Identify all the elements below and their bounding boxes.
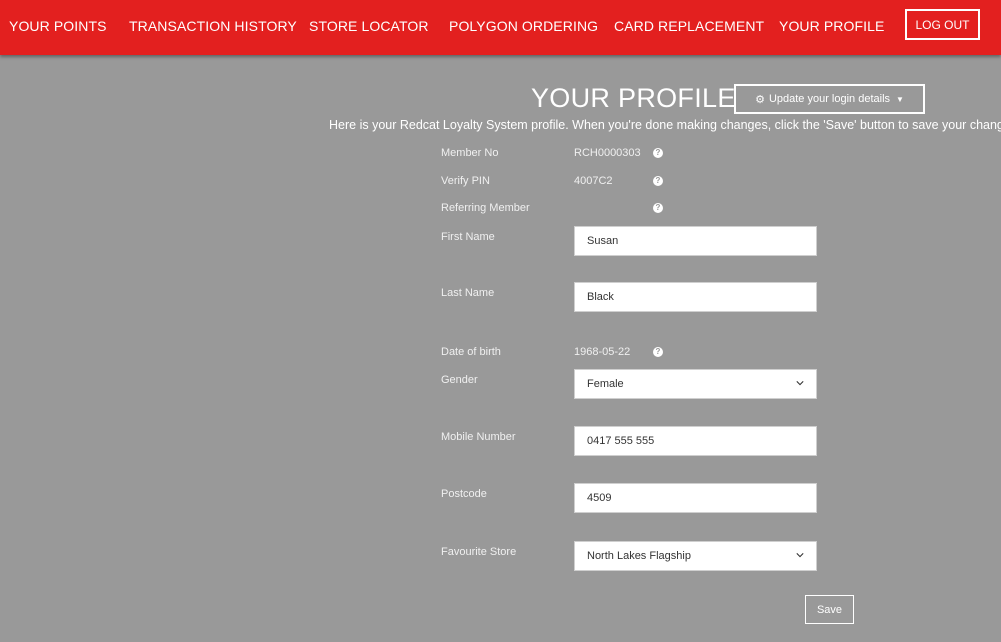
verify-pin-label: Verify PIN bbox=[441, 175, 490, 187]
intro-text: Here is your Redcat Loyalty System profi… bbox=[329, 118, 1001, 132]
postcode-field[interactable]: 4509 bbox=[574, 483, 817, 513]
mobile-field[interactable]: 0417 555 555 bbox=[574, 426, 817, 456]
nav-polygon-ordering[interactable]: POLYGON ORDERING bbox=[449, 18, 598, 34]
nav-card-replacement[interactable]: CARD REPLACEMENT bbox=[614, 18, 764, 34]
caret-down-icon: ▼ bbox=[896, 94, 904, 104]
member-no-label: Member No bbox=[441, 147, 499, 159]
nav-your-profile[interactable]: YOUR PROFILE bbox=[779, 18, 884, 34]
update-login-details-label: Update your login details bbox=[768, 93, 891, 105]
help-icon[interactable]: ? bbox=[653, 148, 663, 158]
help-icon[interactable]: ? bbox=[653, 176, 663, 186]
first-name-field[interactable]: Susan bbox=[574, 226, 817, 256]
gender-select[interactable]: Female bbox=[574, 369, 817, 399]
favourite-store-value: North Lakes Flagship bbox=[587, 550, 691, 562]
nav-store-locator[interactable]: STORE LOCATOR bbox=[309, 18, 429, 34]
top-navbar: YOUR POINTS TRANSACTION HISTORY STORE LO… bbox=[0, 0, 1001, 55]
chevron-down-icon bbox=[796, 381, 804, 386]
favourite-store-select[interactable]: North Lakes Flagship bbox=[574, 541, 817, 571]
gender-value: Female bbox=[587, 378, 624, 390]
gear-icon: ⚙ bbox=[755, 93, 765, 106]
save-button[interactable]: Save bbox=[805, 595, 854, 624]
postcode-label: Postcode bbox=[441, 488, 487, 500]
favourite-store-label: Favourite Store bbox=[441, 546, 517, 558]
first-name-label: First Name bbox=[441, 231, 495, 243]
help-icon[interactable]: ? bbox=[653, 203, 663, 213]
dob-label: Date of birth bbox=[441, 346, 501, 358]
last-name-label: Last Name bbox=[441, 287, 495, 299]
verify-pin-value: 4007C2 bbox=[574, 175, 613, 187]
mobile-label: Mobile Number bbox=[441, 431, 516, 443]
update-login-details-button[interactable]: ⚙ Update your login details ▼ bbox=[734, 84, 925, 114]
chevron-down-icon bbox=[796, 553, 804, 558]
referring-member-label: Referring Member bbox=[441, 202, 530, 214]
logout-button[interactable]: LOG OUT bbox=[905, 9, 980, 40]
page-title: YOUR PROFILE bbox=[531, 83, 736, 113]
member-no-value: RCH0000303 bbox=[574, 147, 641, 159]
help-icon[interactable]: ? bbox=[653, 347, 663, 357]
dob-value: 1968-05-22 bbox=[574, 346, 631, 358]
last-name-field[interactable]: Black bbox=[574, 282, 817, 312]
nav-your-points[interactable]: YOUR POINTS bbox=[9, 18, 107, 34]
gender-label: Gender bbox=[441, 374, 478, 386]
nav-transaction-history[interactable]: TRANSACTION HISTORY bbox=[129, 18, 297, 34]
